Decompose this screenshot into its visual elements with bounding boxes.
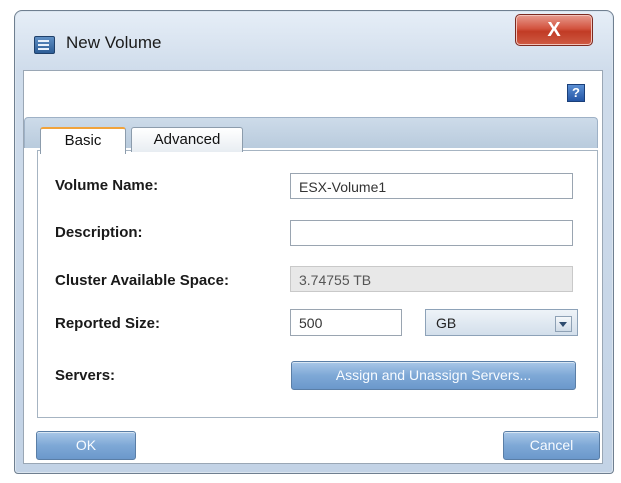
close-button[interactable]: X xyxy=(515,14,593,46)
assign-servers-button[interactable]: Assign and Unassign Servers... xyxy=(291,361,576,390)
title-bar: New Volume X xyxy=(0,0,598,60)
help-icon[interactable]: ? xyxy=(567,84,585,102)
cluster-space-label: Cluster Available Space: xyxy=(55,272,229,289)
description-label: Description: xyxy=(55,224,143,241)
volume-app-icon xyxy=(34,36,55,54)
reported-size-label: Reported Size: xyxy=(55,315,161,332)
volume-name-input[interactable]: ESX-Volume1 xyxy=(290,173,573,199)
ok-button[interactable]: OK xyxy=(36,431,136,460)
tab-advanced[interactable]: Advanced xyxy=(131,127,243,152)
description-input[interactable] xyxy=(290,220,573,246)
servers-label: Servers: xyxy=(55,367,116,384)
cluster-space-value: 3.74755 TB xyxy=(290,266,573,292)
chevron-down-icon[interactable] xyxy=(555,316,572,332)
dialog-title: New Volume xyxy=(66,33,162,52)
volume-name-label: Volume Name: xyxy=(55,177,159,194)
tab-basic[interactable]: Basic xyxy=(40,127,126,154)
reported-size-input[interactable]: 500 xyxy=(290,309,402,336)
size-unit-value: GB xyxy=(436,315,457,331)
cancel-button[interactable]: Cancel xyxy=(503,431,600,460)
size-unit-select[interactable]: GB xyxy=(425,309,578,336)
